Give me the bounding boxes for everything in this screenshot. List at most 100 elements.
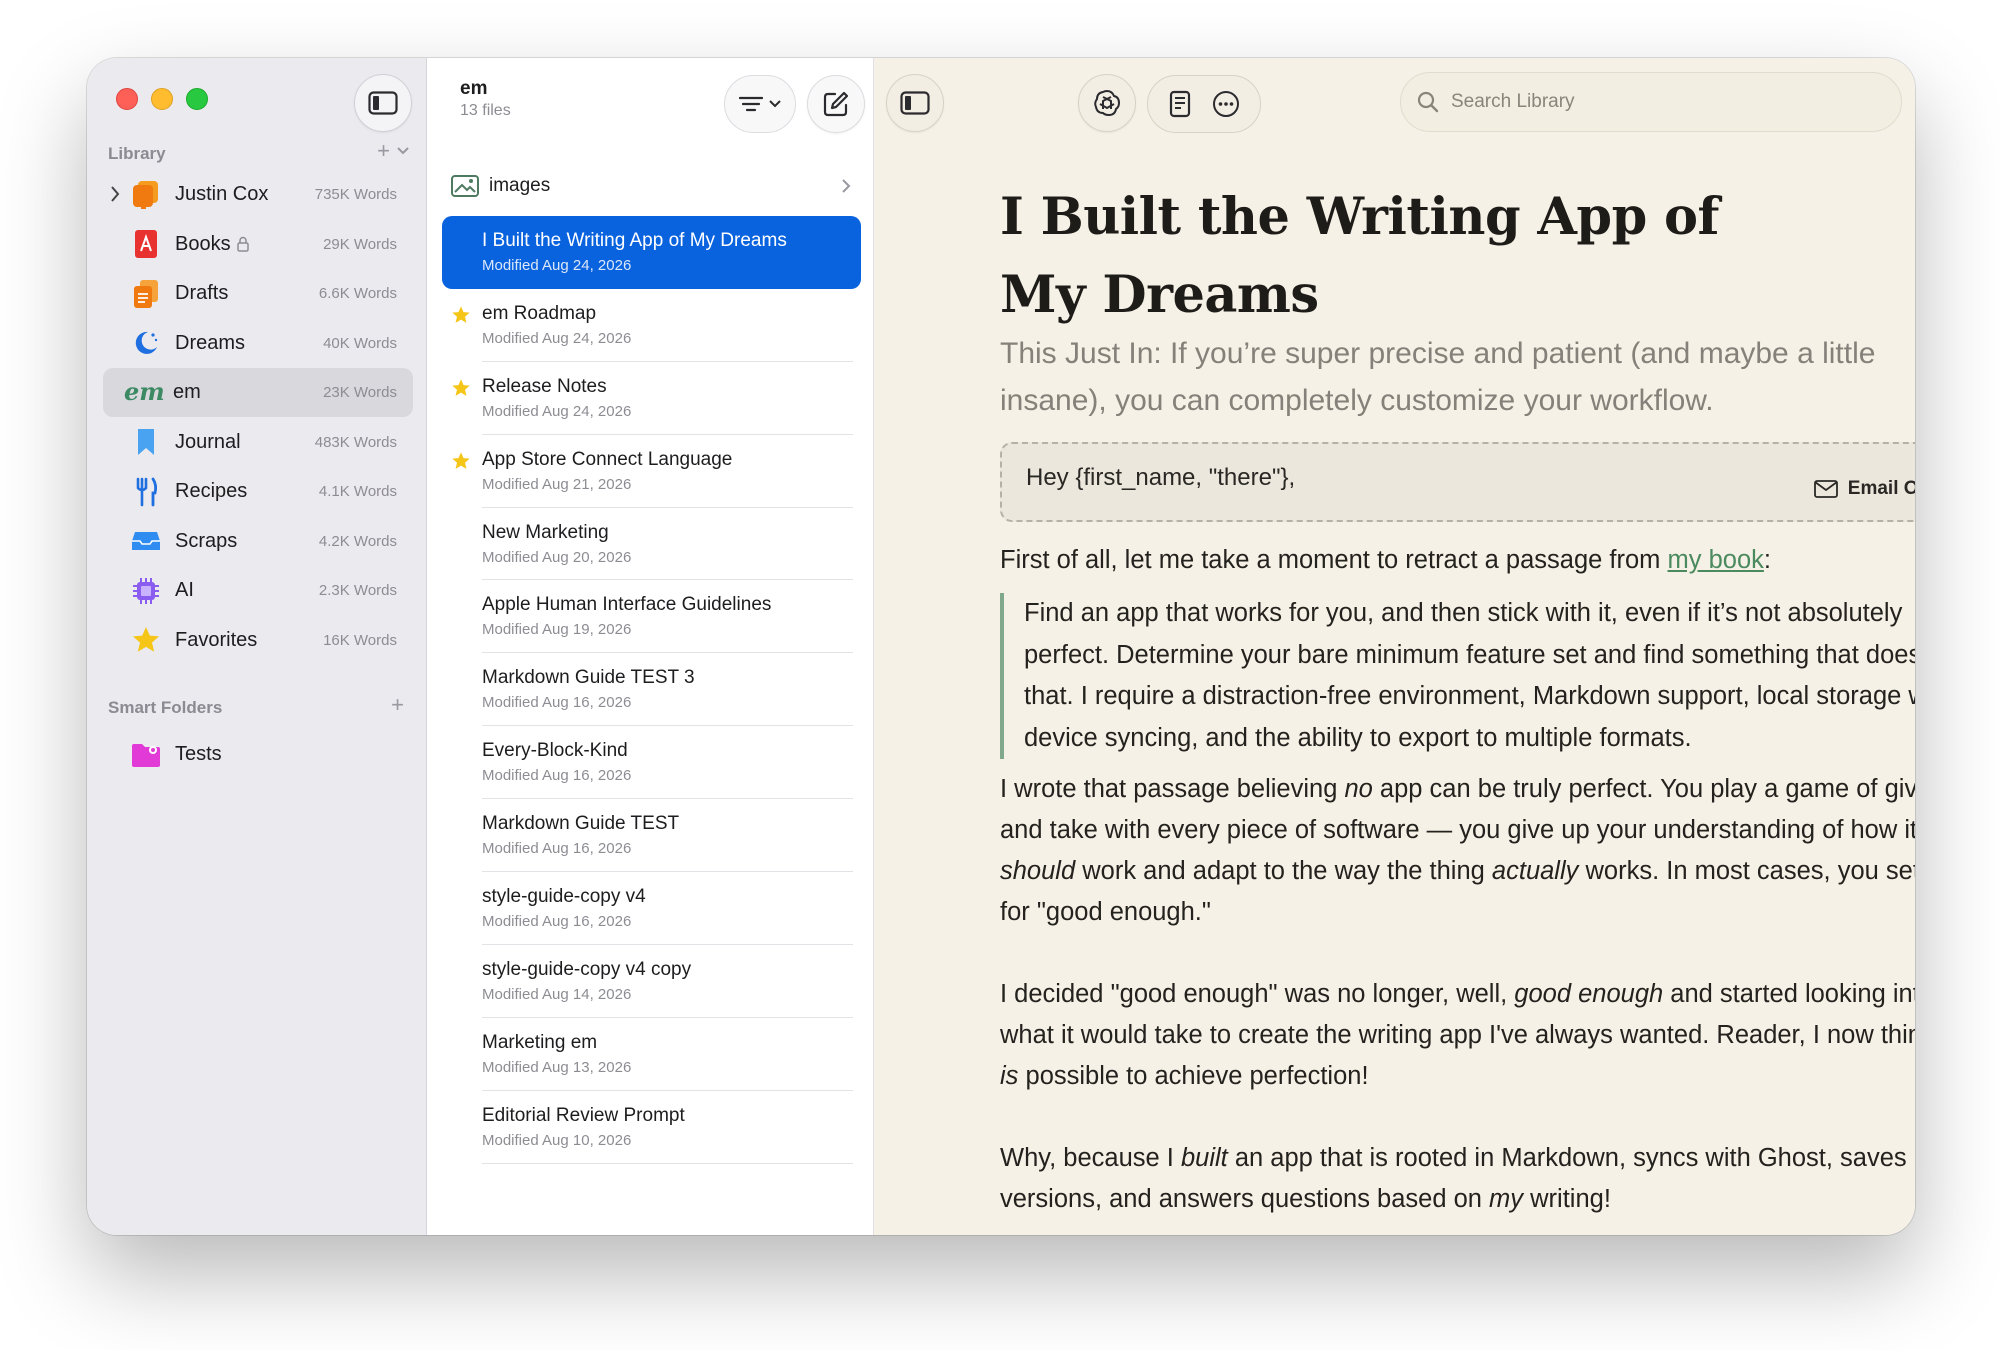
- file-list-title: em: [460, 78, 488, 99]
- compose-icon: [823, 91, 849, 117]
- file-date: Modified Aug 19, 2026: [482, 621, 632, 639]
- sidebar-item-justin-cox[interactable]: Justin Cox 735K Words: [103, 170, 413, 219]
- sidebar-toggle-icon: [368, 91, 398, 115]
- word-count: 483K Words: [314, 433, 397, 451]
- email-greeting: Hey {first_name, "there"},: [1026, 464, 1296, 491]
- close-window-button[interactable]: [116, 88, 138, 110]
- file-title: style-guide-copy v4: [482, 886, 646, 908]
- file-date: Modified Aug 16, 2026: [482, 840, 632, 858]
- emphasis: is: [1000, 1062, 1019, 1090]
- sidebar-item-journal[interactable]: Journal 483K Words: [103, 418, 413, 467]
- file-row[interactable]: style-guide-copy v4 copy Modified Aug 14…: [442, 945, 861, 1018]
- file-row[interactable]: Editorial Review Prompt Modified Aug 10,…: [442, 1091, 861, 1164]
- document-body[interactable]: I Built the Writing App of My Dreams Thi…: [1000, 178, 1915, 1220]
- blue-moon-icon: [131, 328, 161, 358]
- sidebar-item-ai[interactable]: AI 2.3K Words: [103, 566, 413, 615]
- my-book-link[interactable]: my book: [1668, 546, 1764, 574]
- document-title[interactable]: I Built the Writing App of My Dreams: [1000, 178, 1915, 334]
- file-row[interactable]: em Roadmap Modified Aug 24, 2026: [442, 289, 861, 362]
- star-icon: [452, 452, 470, 469]
- file-title: I Built the Writing App of My Dreams: [482, 230, 787, 251]
- file-row[interactable]: Release Notes Modified Aug 24, 2026: [442, 362, 861, 435]
- emphasis: actually: [1491, 857, 1579, 885]
- document-tools-group: [1147, 75, 1261, 133]
- file-date: Modified Aug 10, 2026: [482, 1131, 632, 1149]
- sidebar-item-dreams[interactable]: Dreams 40K Words: [103, 319, 413, 368]
- folder-name: images: [489, 175, 551, 196]
- sidebar-item-favorites[interactable]: Favorites 16K Words: [103, 616, 413, 665]
- file-title: App Store Connect Language: [482, 448, 733, 470]
- file-date: Modified Aug 13, 2026: [482, 1058, 632, 1076]
- add-library-icon[interactable]: +: [377, 138, 390, 164]
- star-icon: [452, 379, 470, 396]
- sidebar-item-drafts[interactable]: Drafts 6.6K Words: [103, 269, 413, 318]
- emphasis: built: [1180, 1144, 1228, 1172]
- text-run: :: [1763, 546, 1771, 574]
- text-run: writing!: [1523, 1185, 1611, 1213]
- sidebar-item-em[interactable]: em em 23K Words: [103, 368, 413, 417]
- library-tools: +: [377, 138, 410, 164]
- minimize-window-button[interactable]: [151, 88, 173, 110]
- document-subtitle[interactable]: This Just In: If you’re super precise an…: [1000, 330, 1915, 424]
- sidebar-item-label: em: [173, 381, 201, 403]
- toggle-sidebar-button[interactable]: [354, 74, 412, 132]
- email-only-label: Email Only: [1847, 478, 1915, 499]
- file-row-selected[interactable]: I Built the Writing App of My Dreams Mod…: [442, 216, 861, 289]
- blue-fork-knife-icon: [131, 477, 161, 507]
- word-count: 4.1K Words: [318, 483, 397, 500]
- word-count: 16K Words: [323, 631, 397, 649]
- file-row[interactable]: Every-Block-Kind Modified Aug 16, 2026: [442, 726, 861, 800]
- email-only-block[interactable]: Hey {first_name, "there"}, Email Only: [1000, 442, 1915, 522]
- sidebar-item-books[interactable]: Books 29K Words: [103, 220, 413, 269]
- file-title: Apple Human Interface Guidelines: [482, 594, 772, 616]
- zoom-window-button[interactable]: [186, 88, 208, 110]
- orange-documents-icon: [131, 279, 161, 309]
- yellow-star-icon: [131, 625, 161, 655]
- envelope-icon: [1813, 480, 1838, 498]
- file-row[interactable]: style-guide-copy v4 Modified Aug 16, 202…: [442, 872, 861, 945]
- text-run: work and adapt to the way the thing: [1075, 857, 1492, 885]
- file-title: Editorial Review Prompt: [482, 1104, 685, 1126]
- more-options-icon[interactable]: [1212, 90, 1240, 118]
- sidebar-item-label: Journal: [175, 430, 241, 453]
- sidebar-item-tests[interactable]: Tests: [103, 730, 413, 779]
- document-info-icon[interactable]: [1169, 90, 1191, 118]
- block-quote[interactable]: Find an app that works for you, and then…: [1000, 593, 1915, 759]
- word-count: 29K Words: [323, 235, 397, 253]
- paragraph-4[interactable]: Why, because I built an app that is root…: [1000, 1138, 1915, 1220]
- file-row[interactable]: New Marketing Modified Aug 20, 2026: [442, 508, 861, 581]
- chevron-right-icon[interactable]: [109, 185, 121, 203]
- sidebar-item-label: Scraps: [175, 529, 238, 552]
- app-window: Library + Justin Cox 735K Words Books 29…: [87, 58, 1915, 1235]
- sidebar-item-label: Favorites: [175, 628, 258, 651]
- paragraph-3[interactable]: I decided "good enough" was no longer, w…: [1000, 974, 1915, 1097]
- sidebar-item-scraps[interactable]: Scraps 4.2K Words: [103, 517, 413, 566]
- sidebar-item-label: Books: [175, 232, 231, 255]
- paragraph-2[interactable]: I wrote that passage believing no app ca…: [1000, 769, 1915, 933]
- search-library-field[interactable]: Search Library: [1400, 72, 1902, 132]
- file-title: Markdown Guide TEST 3: [482, 667, 695, 689]
- file-date: Modified Aug 16, 2026: [482, 767, 632, 785]
- file-date: Modified Aug 24, 2026: [482, 257, 632, 274]
- file-row[interactable]: Marketing em Modified Aug 13, 2026: [442, 1018, 861, 1091]
- file-row[interactable]: App Store Connect Language Modified Aug …: [442, 435, 861, 508]
- paragraph-1[interactable]: First of all, let me take a moment to re…: [1000, 540, 1915, 581]
- chevron-down-icon[interactable]: [396, 146, 410, 156]
- file-title: em Roadmap: [482, 302, 597, 324]
- file-date: Modified Aug 16, 2026: [482, 913, 632, 931]
- file-row[interactable]: Apple Human Interface Guidelines Modifie…: [442, 580, 861, 654]
- file-row[interactable]: Markdown Guide TEST 3 Modified Aug 16, 2…: [442, 653, 861, 727]
- images-folder-row[interactable]: images: [451, 166, 851, 206]
- svg-text:em: em: [124, 381, 165, 405]
- file-date: Modified Aug 20, 2026: [482, 548, 632, 566]
- toggle-file-list-button[interactable]: [886, 74, 944, 132]
- new-document-button[interactable]: [807, 75, 865, 133]
- file-row[interactable]: Markdown Guide TEST Modified Aug 16, 202…: [442, 799, 861, 872]
- search-placeholder: Search Library: [1451, 91, 1575, 112]
- sidebar-item-recipes[interactable]: Recipes 4.1K Words: [103, 467, 413, 516]
- sort-menu-button[interactable]: [724, 75, 796, 133]
- ai-assistant-button[interactable]: [1078, 74, 1136, 132]
- add-smart-folder-icon[interactable]: +: [391, 692, 404, 718]
- file-title: style-guide-copy v4 copy: [482, 958, 692, 980]
- smart-folder-list: Tests: [103, 730, 413, 780]
